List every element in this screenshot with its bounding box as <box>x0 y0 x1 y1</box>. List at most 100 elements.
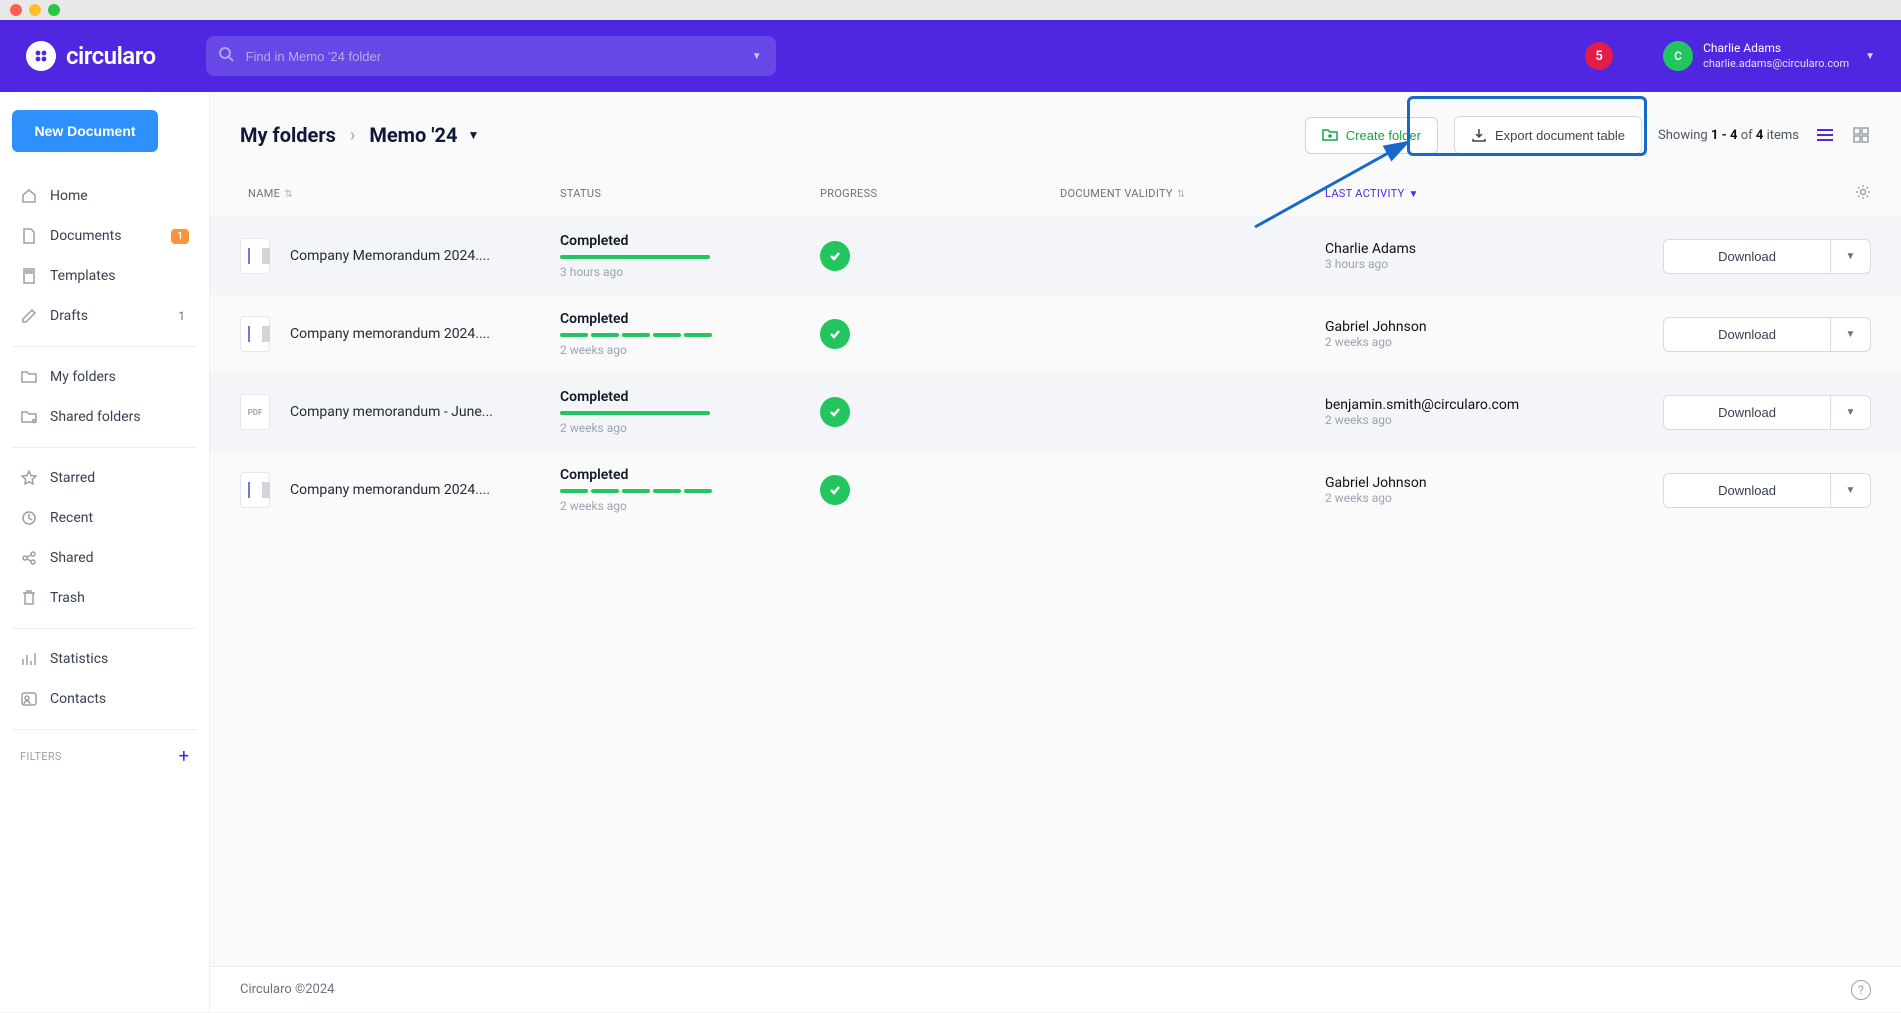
minimize-window[interactable] <box>29 4 41 16</box>
copyright: Circularo ©2024 <box>240 982 334 997</box>
download-dropdown[interactable]: ▼ <box>1831 473 1871 508</box>
main-content: My folders › Memo '24 ▼ Create folder Ex… <box>210 92 1901 1012</box>
table-settings-icon[interactable] <box>1855 184 1871 203</box>
chevron-right-icon: › <box>350 125 355 146</box>
avatar: C <box>1663 41 1693 71</box>
activity-cell: Gabriel Johnson2 weeks ago <box>1325 475 1615 505</box>
user-name: Charlie Adams <box>1703 41 1849 57</box>
sidebar-item-drafts[interactable]: Drafts 1 <box>12 296 197 336</box>
nav-label: Recent <box>50 510 189 526</box>
download-button[interactable]: Download <box>1663 473 1831 508</box>
table-body: Company Memorandum 2024....Completed3 ho… <box>210 217 1901 529</box>
col-validity[interactable]: DOCUMENT VALIDITY⇅ <box>1060 187 1325 200</box>
breadcrumb-current[interactable]: Memo '24 <box>369 123 457 147</box>
create-folder-label: Create folder <box>1346 128 1421 143</box>
footer: Circularo ©2024 ? <box>210 966 1901 1012</box>
folder-icon <box>20 368 38 386</box>
status-label: Completed <box>560 233 820 249</box>
folder-plus-icon <box>1322 128 1338 142</box>
doc-name: Company memorandum 2024.... <box>290 482 560 498</box>
table-row[interactable]: PDFCompany memorandum - June...Completed… <box>210 373 1901 451</box>
drafts-count: 1 <box>178 309 189 323</box>
col-name[interactable]: NAME⇅ <box>240 187 560 200</box>
new-document-button[interactable]: New Document <box>12 110 158 152</box>
sidebar-item-shared[interactable]: Shared <box>12 538 197 578</box>
user-email: charlie.adams@circularo.com <box>1703 57 1849 71</box>
trash-icon <box>20 589 38 607</box>
export-table-button[interactable]: Export document table <box>1454 116 1642 154</box>
search-input[interactable] <box>246 49 646 64</box>
check-icon <box>820 397 850 427</box>
breadcrumb-root[interactable]: My folders <box>240 123 336 147</box>
download-dropdown[interactable]: ▼ <box>1831 317 1871 352</box>
search-scope-dropdown[interactable]: ▼ <box>752 51 762 62</box>
sidebar-item-recent[interactable]: Recent <box>12 498 197 538</box>
table-row[interactable]: Company memorandum 2024....Completed2 we… <box>210 451 1901 529</box>
status-cell: Completed 2 weeks ago <box>560 389 820 435</box>
check-icon <box>820 319 850 349</box>
filters-title: FILTERS <box>20 750 62 763</box>
sidebar-item-shared-folders[interactable]: Shared folders <box>12 397 197 437</box>
col-activity[interactable]: LAST ACTIVITY▼ <box>1325 187 1615 200</box>
doc-name: Company memorandum - June... <box>290 404 560 420</box>
progress-cell <box>820 241 1060 271</box>
nav-label: Contacts <box>50 691 189 707</box>
search-box[interactable]: ▼ <box>206 36 776 76</box>
progress-cell <box>820 475 1060 505</box>
maximize-window[interactable] <box>48 4 60 16</box>
sidebar-item-documents[interactable]: Documents 1 <box>12 216 197 256</box>
notification-badge[interactable]: 5 <box>1585 42 1613 70</box>
status-label: Completed <box>560 389 820 405</box>
download-dropdown[interactable]: ▼ <box>1831 239 1871 274</box>
sidebar-item-contacts[interactable]: Contacts <box>12 679 197 719</box>
folder-dropdown[interactable]: ▼ <box>467 128 479 142</box>
progress-bar <box>560 489 820 493</box>
table-header: NAME⇅ STATUS PROGRESS DOCUMENT VALIDITY⇅… <box>210 164 1901 217</box>
sidebar-item-statistics[interactable]: Statistics <box>12 639 197 679</box>
logo[interactable]: circularo <box>26 41 156 71</box>
activity-cell: benjamin.smith@circularo.com2 weeks ago <box>1325 397 1615 427</box>
download-button[interactable]: Download <box>1663 239 1831 274</box>
actor-name: Gabriel Johnson <box>1325 475 1615 491</box>
sidebar-item-starred[interactable]: Starred <box>12 458 197 498</box>
nav-label: Drafts <box>50 308 166 324</box>
col-progress[interactable]: PROGRESS <box>820 187 1060 200</box>
sidebar-item-trash[interactable]: Trash <box>12 578 197 618</box>
user-menu[interactable]: C Charlie Adams charlie.adams@circularo.… <box>1663 41 1875 71</box>
col-status[interactable]: STATUS <box>560 187 820 200</box>
create-folder-button[interactable]: Create folder <box>1305 117 1438 154</box>
status-cell: Completed 3 hours ago <box>560 233 820 279</box>
documents-count-badge: 1 <box>171 229 189 244</box>
activity-time: 2 weeks ago <box>1325 335 1615 349</box>
list-view-icon[interactable] <box>1815 126 1835 144</box>
sidebar: New Document Home Documents 1 Templates … <box>0 92 210 1012</box>
progress-bar <box>560 255 820 259</box>
showing-text: Showing 1 - 4 of 4 items <box>1658 128 1799 143</box>
nav-label: Documents <box>50 228 159 244</box>
download-button[interactable]: Download <box>1663 395 1831 430</box>
status-time: 3 hours ago <box>560 265 820 279</box>
grid-view-icon[interactable] <box>1851 126 1871 144</box>
doc-file-icon <box>240 238 270 274</box>
sidebar-item-my-folders[interactable]: My folders <box>12 357 197 397</box>
nav-label: Templates <box>50 268 189 284</box>
table-row[interactable]: Company Memorandum 2024....Completed3 ho… <box>210 217 1901 295</box>
status-time: 2 weeks ago <box>560 421 820 435</box>
nav-label: Shared <box>50 550 189 566</box>
add-filter-button[interactable]: + <box>179 746 189 767</box>
sidebar-item-templates[interactable]: Templates <box>12 256 197 296</box>
template-icon <box>20 267 38 285</box>
sidebar-item-home[interactable]: Home <box>12 176 197 216</box>
help-icon[interactable]: ? <box>1851 980 1871 1000</box>
close-window[interactable] <box>10 4 22 16</box>
star-icon <box>20 469 38 487</box>
doc-file-icon <box>240 316 270 352</box>
progress-cell <box>820 319 1060 349</box>
window-chrome <box>0 0 1901 20</box>
download-dropdown[interactable]: ▼ <box>1831 395 1871 430</box>
download-button[interactable]: Download <box>1663 317 1831 352</box>
nav-label: Trash <box>50 590 189 606</box>
home-icon <box>20 187 38 205</box>
table-row[interactable]: Company memorandum 2024....Completed2 we… <box>210 295 1901 373</box>
search-icon <box>218 46 234 66</box>
